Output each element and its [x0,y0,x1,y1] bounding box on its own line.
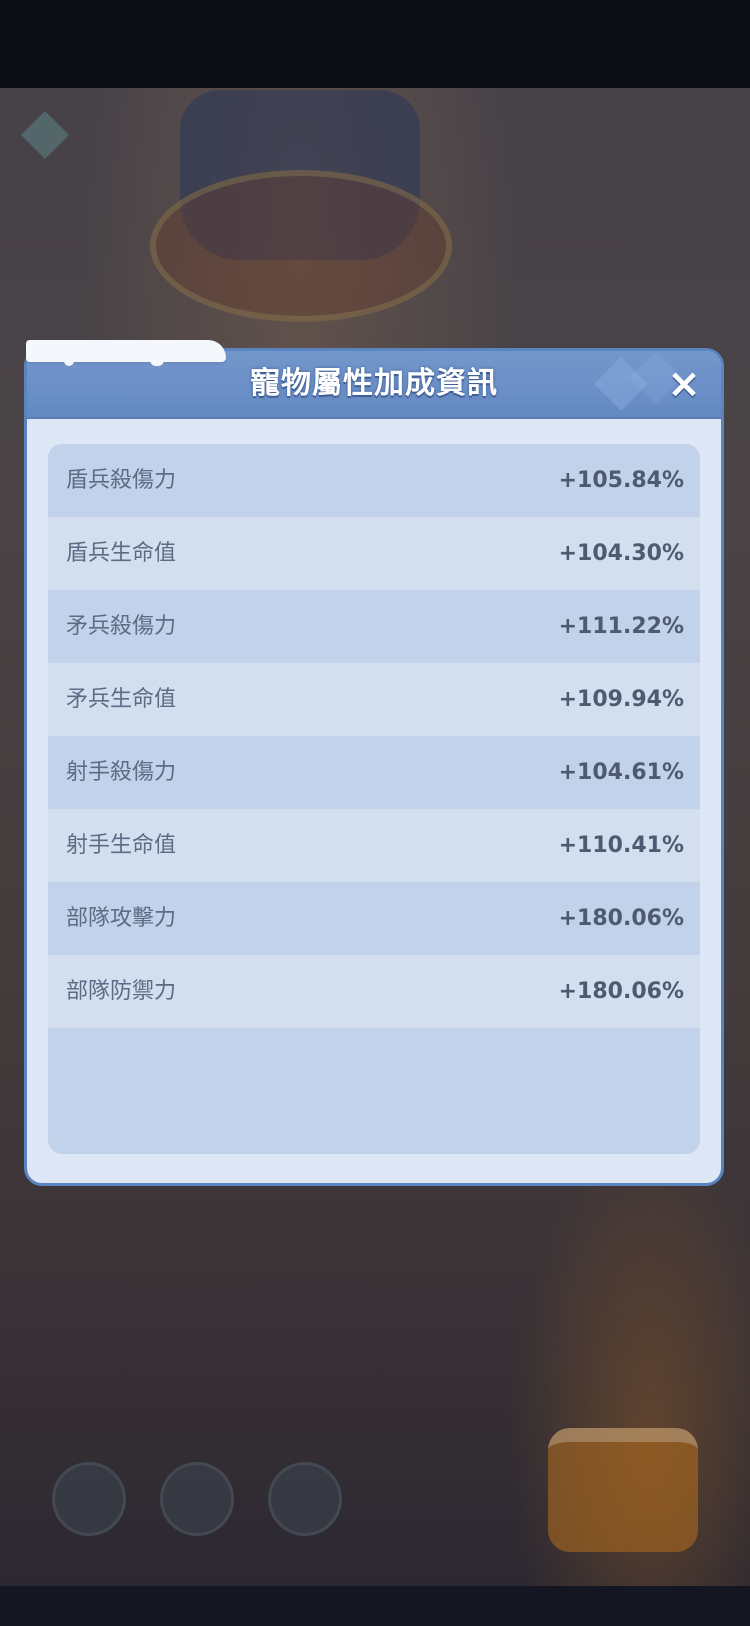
stat-label: 部隊防禦力 [66,979,177,1004]
bottom-menu-button-3[interactable] [268,1462,342,1536]
stat-row: 射手生命值 +110.41% [48,809,700,882]
stat-label: 盾兵生命值 [66,541,177,566]
snow-decoration [26,340,226,362]
stat-value: +104.30% [558,541,684,566]
stat-label: 部隊攻擊力 [66,906,177,931]
stat-value: +111.22% [558,614,684,639]
stats-table: 盾兵殺傷力 +105.84% 盾兵生命值 +104.30% 矛兵殺傷力 +111.22% 矛… [48,444,700,1154]
stat-label: 矛兵生命值 [66,687,177,712]
stat-value: +110.41% [558,833,684,858]
stat-row: 部隊防禦力 +180.06% [48,955,700,1028]
stat-label: 盾兵殺傷力 [66,468,177,493]
stat-value: +105.84% [558,468,684,493]
close-icon[interactable]: × [659,359,709,409]
treasure-chest-button[interactable] [548,1428,698,1552]
stat-row: 盾兵殺傷力 +105.84% [48,444,700,517]
stat-row: 矛兵生命值 +109.94% [48,663,700,736]
background-platform [150,170,452,322]
stat-row: 盾兵生命值 +104.30% [48,517,700,590]
stat-value: +109.94% [558,687,684,712]
top-status-bar [0,0,750,88]
stat-row: 矛兵殺傷力 +111.22% [48,590,700,663]
stat-row: 部隊攻擊力 +180.06% [48,882,700,955]
stat-value: +180.06% [558,906,684,931]
stat-value: +104.61% [558,760,684,785]
stat-label: 射手生命值 [66,833,177,858]
stat-row: 射手殺傷力 +104.61% [48,736,700,809]
bottom-navigation-bar [0,1586,750,1626]
bottom-menu-button-2[interactable] [160,1462,234,1536]
stat-value: +180.06% [558,979,684,1004]
bottom-menu-button-1[interactable] [52,1462,126,1536]
snow-drip [64,356,74,366]
snow-drip [150,354,164,366]
stat-label: 射手殺傷力 [66,760,177,785]
stat-label: 矛兵殺傷力 [66,614,177,639]
